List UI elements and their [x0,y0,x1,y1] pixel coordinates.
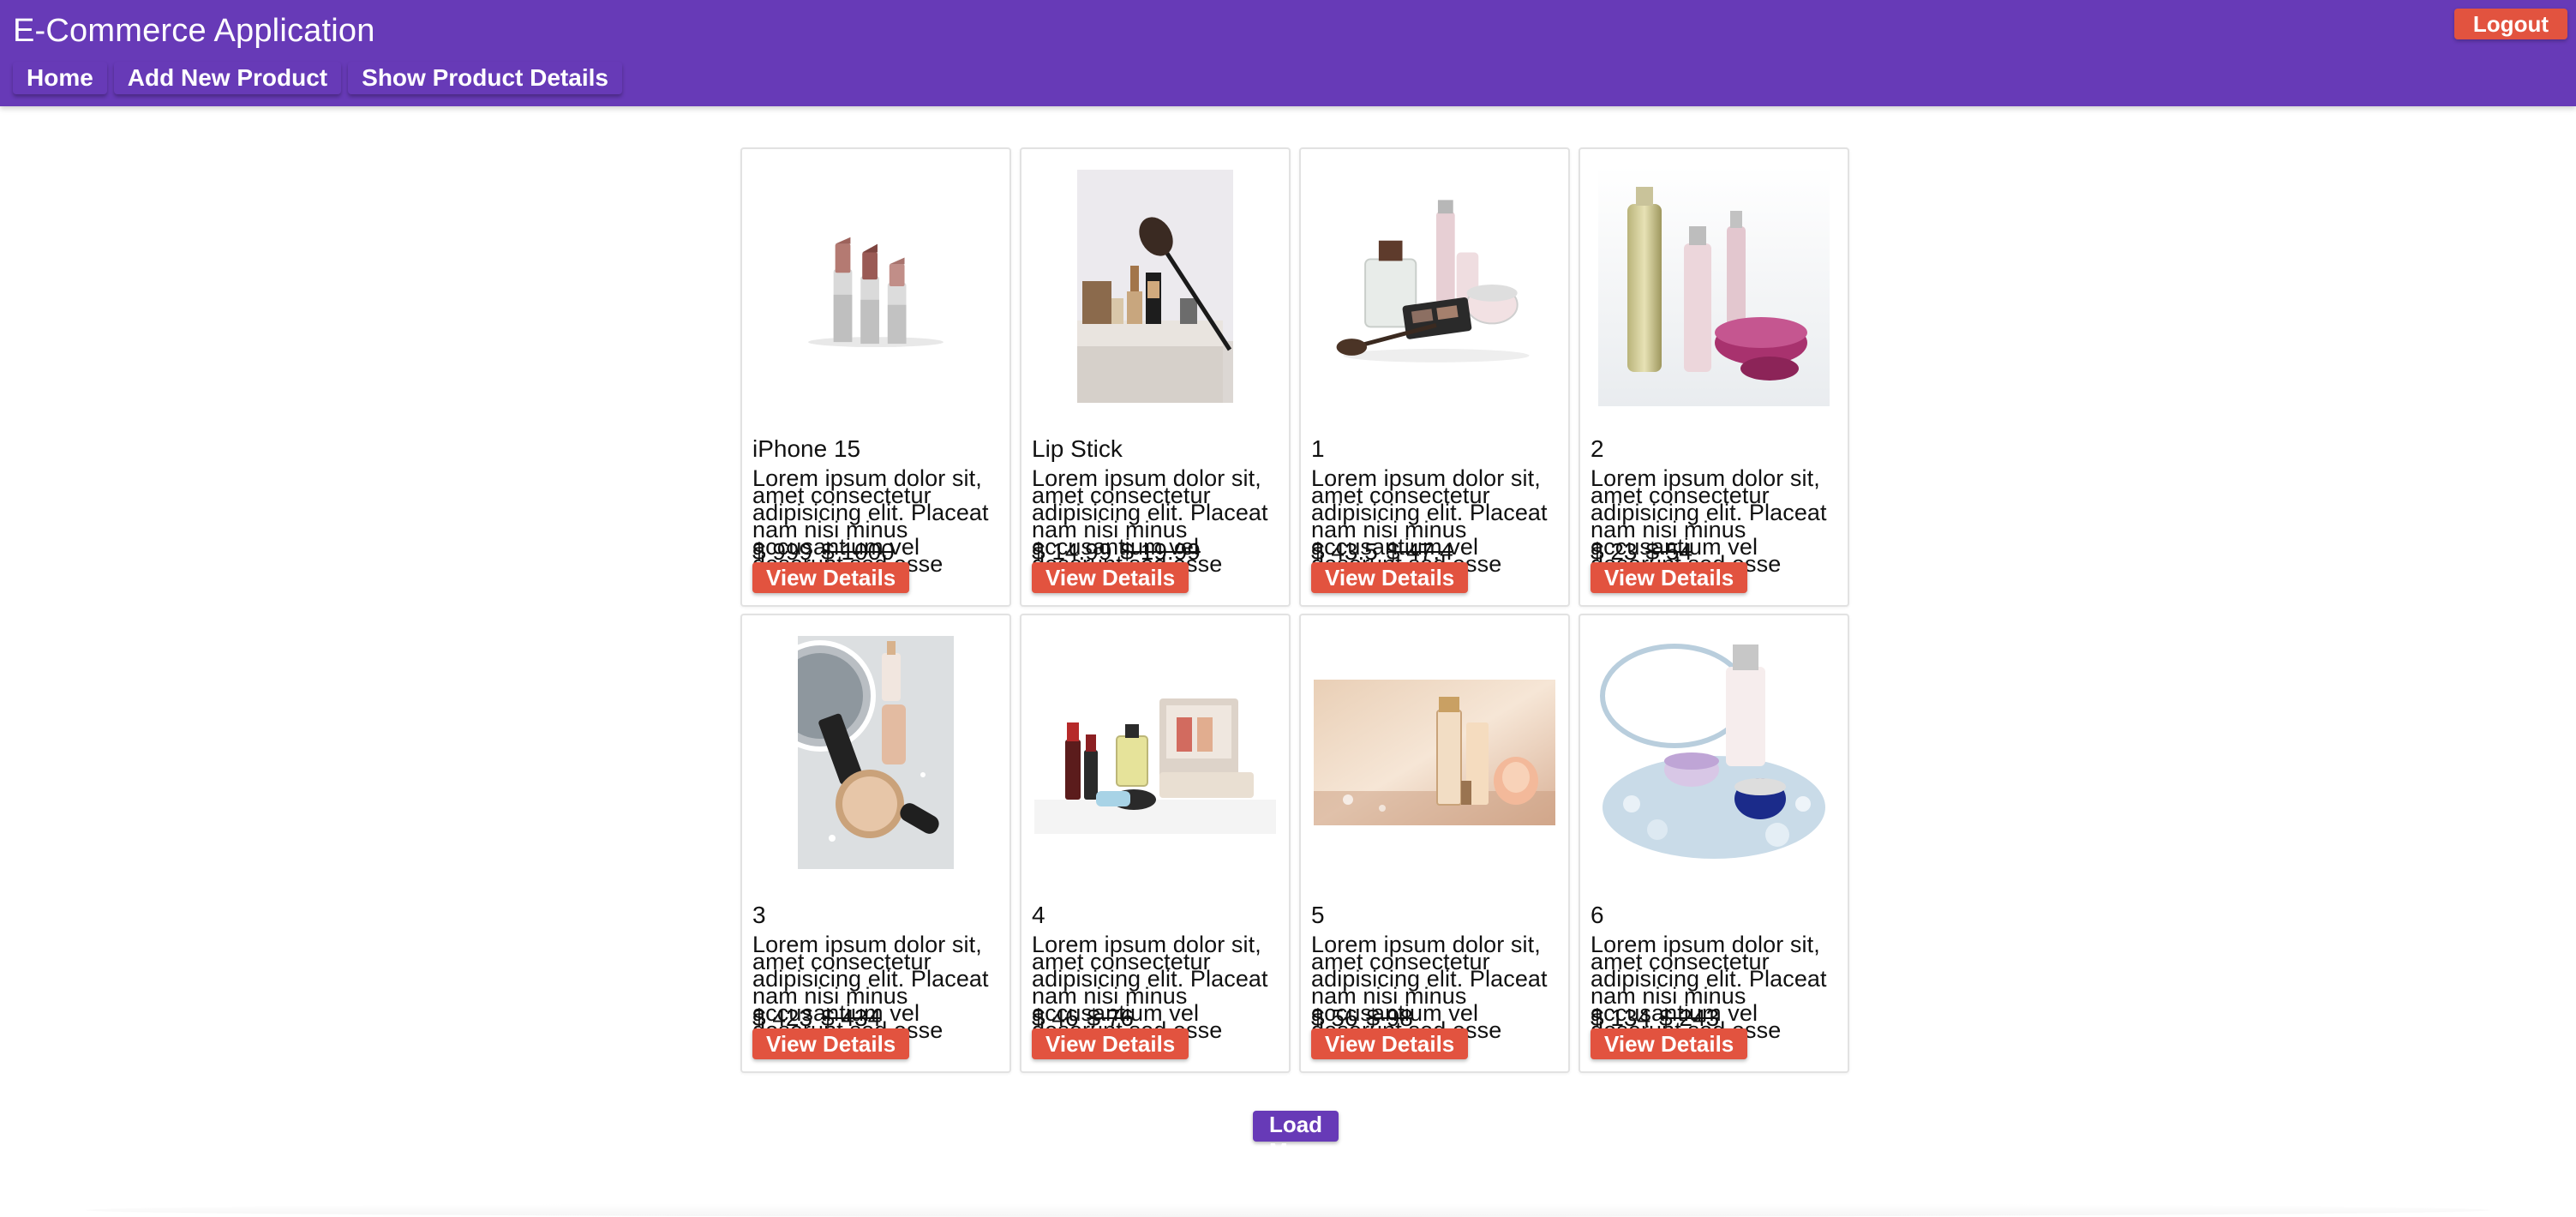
product-image [1030,624,1280,881]
cream-jars-crystals-image [1597,636,1830,869]
product-name: iPhone 15 [752,435,861,462]
nav-add-new-product[interactable]: Add New Product [113,62,342,94]
nav-home[interactable]: Home [13,62,107,94]
product-image [1589,624,1839,881]
makeup-brush-image [1077,170,1233,403]
product-name: 6 [1591,902,1604,928]
compact-powder-image [798,636,954,869]
product-card: iPhone 15 Lorem ipsum dolor sit, amet co… [740,147,1011,607]
product-old-price: $ 19.99 [1120,538,1201,565]
product-price: $ 423 [752,1004,813,1031]
product-card: 4 Lorem ipsum dolor sit, amet consectetu… [1020,614,1291,1073]
foundation-banner-image [1314,680,1555,825]
view-details-button[interactable]: View Details [752,562,910,593]
product-price: $ 43.5 [1311,538,1378,565]
product-price: $ 46 [1032,1004,1079,1031]
cosmetics-set-image [1309,159,1560,413]
product-image [751,624,1001,881]
product-price: $ 999 [752,538,813,565]
product-image [1309,624,1560,881]
load-more-button[interactable]: Load More [1253,1111,1339,1164]
product-image [1309,158,1560,415]
product-old-price: $ 1000 [821,538,895,565]
makeup-kit-image [1034,671,1276,834]
product-card: 5 Lorem ipsum dolor sit, amet consectetu… [1299,614,1570,1073]
product-old-price: $ 243 [1659,1004,1720,1031]
product-old-price: $ 54 [1645,538,1693,565]
skincare-bottles-image [1598,166,1830,406]
view-details-button[interactable]: View Details [1311,562,1469,593]
product-name: 2 [1591,435,1604,462]
product-old-price: $ 434 [821,1004,882,1031]
logout-button[interactable]: Logout [2453,9,2567,39]
view-details-button[interactable]: View Details [1032,562,1189,593]
view-details-button[interactable]: View Details [1311,1028,1469,1059]
product-old-price: $ 98 [1366,1004,1414,1031]
product-name: Lip Stick [1032,435,1123,462]
lipsticks-image [751,159,1001,413]
product-card: Lip Stick Lorem ipsum dolor sit, amet co… [1020,147,1291,607]
view-details-button[interactable]: View Details [1032,1028,1189,1059]
product-name: 4 [1032,902,1045,928]
product-image [751,158,1001,415]
product-price: $ 56 [1311,1004,1358,1031]
view-details-button[interactable]: View Details [1591,562,1748,593]
product-old-price: $ 47.4 [1386,538,1453,565]
product-grid: iPhone 15 Lorem ipsum dolor sit, amet co… [740,147,1851,1073]
product-price: $ 134 [1591,1004,1651,1031]
footer-divider [86,1203,2490,1217]
product-card: 2 Lorem ipsum dolor sit, amet consectetu… [1579,147,1849,607]
product-name: 5 [1311,902,1325,928]
product-name: 1 [1311,435,1325,462]
app-title: E-Commerce Application [13,13,375,49]
product-image [1589,158,1839,415]
product-old-price: $ 76 [1087,1004,1135,1031]
product-price: $ 14.99 [1032,538,1112,565]
app-header: E-Commerce Application Logout Home Add N… [0,0,2576,106]
product-price: $ 23 [1591,538,1638,565]
product-card: 1 Lorem ipsum dolor sit, amet consectetu… [1299,147,1570,607]
product-card: 3 Lorem ipsum dolor sit, amet consectetu… [740,614,1011,1073]
view-details-button[interactable]: View Details [1591,1028,1748,1059]
nav-show-product-details[interactable]: Show Product Details [348,62,622,94]
product-card: 6 Lorem ipsum dolor sit, amet consectetu… [1579,614,1849,1073]
view-details-button[interactable]: View Details [752,1028,910,1059]
product-name: 3 [752,902,766,928]
main-nav: Home Add New Product Show Product Detail… [13,62,622,94]
product-image [1030,158,1280,415]
